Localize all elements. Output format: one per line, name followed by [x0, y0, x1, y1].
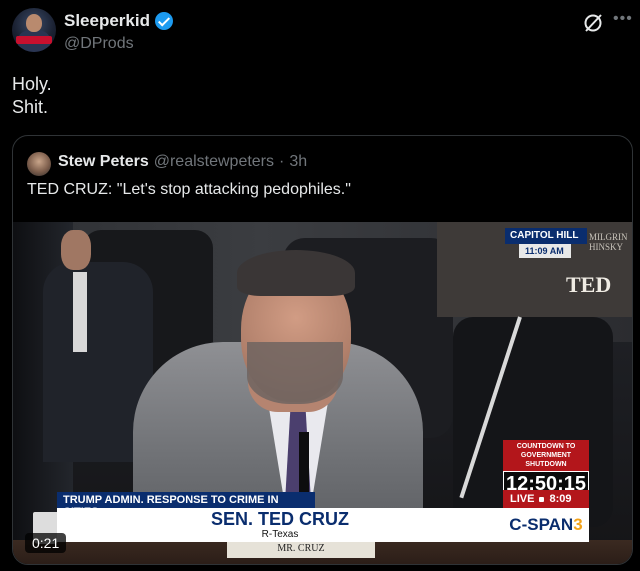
author-name-row: Sleeperkid [64, 11, 173, 31]
post-line: Shit. [12, 97, 49, 117]
quoted-separator: · [279, 153, 285, 170]
sign-small-line: MILGRIN [589, 232, 628, 242]
banner-party: R-Texas [261, 529, 299, 540]
video-speaker-hair [237, 250, 355, 296]
quoted-post[interactable]: Stew Peters @realstewpeters · 3h TED CRU… [12, 135, 633, 565]
sign-small-line: HINSKY [589, 242, 624, 252]
video-sign-text: TED [566, 272, 612, 297]
post: Sleeperkid @DProds ••• Holy. Shit. Stew … [0, 0, 640, 571]
video-speaker-beard [247, 342, 343, 404]
live-dot-icon [539, 496, 545, 502]
author-display-name[interactable]: Sleeperkid [64, 11, 150, 31]
video-player[interactable]: MILGRIN HINSKY TED CAPITOL HILL 11:09 AM [13, 222, 632, 564]
more-options-icon[interactable]: ••• [613, 10, 633, 28]
post-text: Holy. Shit. [12, 73, 52, 119]
capitol-label: CAPITOL HILL [505, 228, 587, 244]
author-handle[interactable]: @DProds [64, 35, 134, 53]
desk-nameplate: MR. CRUZ [227, 542, 375, 558]
video-side-shirt [73, 272, 87, 352]
banner-name: SEN. TED CRUZ [210, 509, 349, 529]
quoted-text: TED CRUZ: "Let's stop attacking pedophil… [27, 181, 351, 198]
name-banner: SEN. TED CRUZ R-Texas [57, 508, 503, 542]
verified-badge-icon[interactable] [155, 12, 173, 30]
live-label: LIVE [510, 493, 535, 505]
grok-icon[interactable] [582, 12, 604, 34]
post-line: Holy. [12, 74, 52, 94]
author-avatar[interactable] [12, 8, 56, 52]
quoted-author-handle[interactable]: @realstewpeters [154, 153, 274, 171]
quoted-author-avatar[interactable] [27, 152, 51, 176]
quoted-author-name[interactable]: Stew Peters [58, 153, 149, 171]
live-time: 8:09 [549, 493, 572, 505]
capitol-time: 11:09 AM [519, 244, 571, 258]
live-indicator: LIVE 8:09 [503, 490, 589, 508]
video-side-face [61, 230, 91, 270]
quoted-timestamp[interactable]: 3h [289, 153, 307, 171]
video-sign-small: MILGRIN HINSKY [589, 232, 628, 252]
cspan-logo: C-SPAN 3 [503, 508, 589, 542]
quoted-header: Stew Peters @realstewpeters · 3h [58, 153, 307, 171]
network-number: 3 [573, 515, 583, 534]
network-name: C-SPAN [509, 515, 574, 534]
video-duration[interactable]: 0:21 [25, 533, 67, 553]
capitol-hill-bug: CAPITOL HILL 11:09 AM [505, 228, 587, 268]
topic-banner: TRUMP ADMIN. RESPONSE TO CRIME IN CITIES [57, 492, 315, 518]
countdown-label: COUNTDOWN TO GOVERNMENT SHUTDOWN [503, 440, 589, 471]
